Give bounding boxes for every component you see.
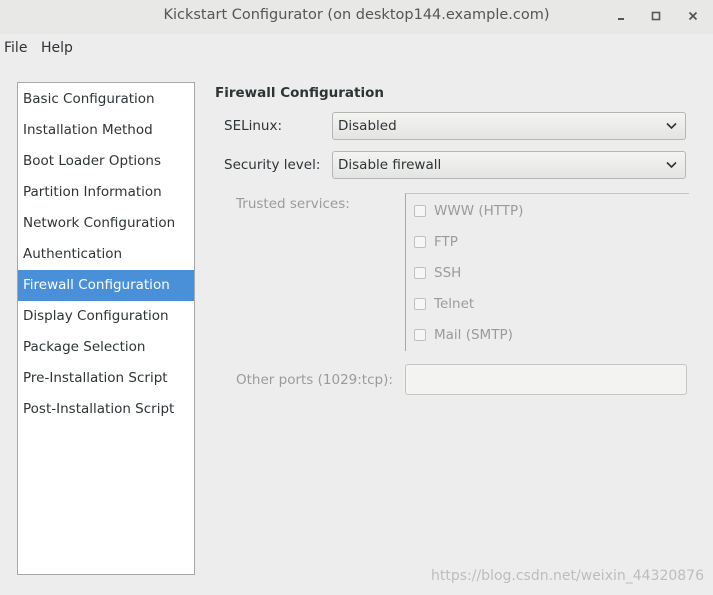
security-level-value: Disable firewall (338, 157, 442, 173)
minimize-button[interactable] (608, 5, 634, 27)
sidebar-item-network-configuration[interactable]: Network Configuration (18, 208, 194, 239)
checkbox[interactable] (414, 236, 426, 248)
service-label: WWW (HTTP) (434, 203, 524, 219)
maximize-button[interactable] (643, 5, 669, 27)
other-ports-input[interactable] (405, 364, 687, 395)
window-title: Kickstart Configurator (on desktop144.ex… (163, 7, 550, 23)
close-icon (688, 11, 698, 21)
chevron-down-icon (666, 161, 677, 169)
checkbox[interactable] (414, 205, 426, 217)
selinux-label: SELinux: (224, 118, 283, 134)
section-title: Firewall Configuration (215, 85, 385, 101)
sidebar-item-boot-loader-options[interactable]: Boot Loader Options (18, 146, 194, 177)
service-label: Mail (SMTP) (434, 327, 513, 343)
selinux-dropdown[interactable]: Disabled (332, 112, 686, 140)
sidebar-item-partition-information[interactable]: Partition Information (18, 177, 194, 208)
title-bar: Kickstart Configurator (on desktop144.ex… (0, 0, 713, 34)
menu-help[interactable]: Help (41, 40, 73, 56)
sidebar-item-post-installation-script[interactable]: Post-Installation Script (18, 394, 194, 425)
service-label: SSH (434, 265, 462, 281)
checkbox[interactable] (414, 298, 426, 310)
selinux-value: Disabled (338, 118, 397, 134)
sidebar-item-basic-configuration[interactable]: Basic Configuration (18, 84, 194, 115)
checkbox[interactable] (414, 267, 426, 279)
sidebar-item-display-configuration[interactable]: Display Configuration (18, 301, 194, 332)
sidebar-item-pre-installation-script[interactable]: Pre-Installation Script (18, 363, 194, 394)
trusted-services-list: WWW (HTTP) FTP SSH Telnet Mail (SMTP) (405, 193, 689, 351)
watermark: https://blog.csdn.net/weixin_44320876 (430, 568, 704, 584)
trusted-services-label: Trusted services: (236, 196, 350, 212)
sidebar-item-package-selection[interactable]: Package Selection (18, 332, 194, 363)
category-list: Basic Configuration Installation Method … (17, 82, 195, 575)
service-label: Telnet (434, 296, 475, 312)
sidebar-item-installation-method[interactable]: Installation Method (18, 115, 194, 146)
menu-file[interactable]: File (4, 40, 27, 56)
sidebar-item-authentication[interactable]: Authentication (18, 239, 194, 270)
security-level-dropdown[interactable]: Disable firewall (332, 151, 686, 179)
security-level-label: Security level: (224, 157, 321, 173)
close-button[interactable] (680, 5, 706, 27)
chevron-down-icon (666, 122, 677, 130)
checkbox[interactable] (414, 329, 426, 341)
maximize-icon (651, 11, 661, 21)
minimize-icon (618, 18, 624, 20)
other-ports-label: Other ports (1029:tcp): (236, 372, 393, 388)
sidebar-item-firewall-configuration[interactable]: Firewall Configuration (18, 270, 194, 301)
service-label: FTP (434, 234, 458, 250)
menu-bar: File Help (0, 36, 713, 62)
